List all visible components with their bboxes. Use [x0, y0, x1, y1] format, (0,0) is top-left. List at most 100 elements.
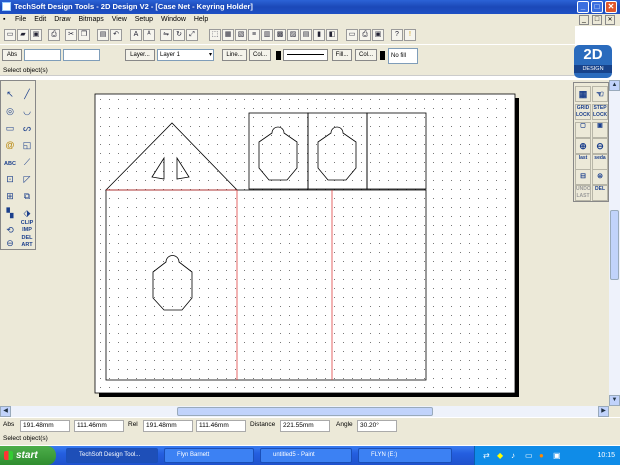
- menu-edit[interactable]: Edit: [31, 14, 49, 26]
- grid-icon[interactable]: ▦: [575, 86, 591, 102]
- rotate-icon[interactable]: ↻: [173, 29, 185, 41]
- delete-art-button[interactable]: DEL ART: [19, 235, 35, 251]
- maximize-button[interactable]: □: [591, 1, 603, 13]
- abs-button[interactable]: Abs: [2, 49, 22, 61]
- network-icon[interactable]: ⇄: [483, 451, 490, 460]
- menu-bitmaps[interactable]: Bitmaps: [76, 14, 107, 26]
- chart-icon[interactable]: ▮: [313, 29, 325, 41]
- shield-icon[interactable]: ◆: [497, 451, 503, 460]
- menu-window[interactable]: Window: [158, 14, 189, 26]
- last-view-button[interactable]: last: [575, 154, 591, 170]
- scroll-up-icon[interactable]: ▲: [609, 80, 620, 91]
- copy-icon[interactable]: ❐: [78, 29, 90, 41]
- menu-draw[interactable]: Draw: [51, 14, 73, 26]
- scale-icon[interactable]: ⤢: [186, 29, 198, 41]
- cut-icon[interactable]: ✂: [65, 29, 77, 41]
- chevron-down-icon[interactable]: ▾: [209, 50, 212, 60]
- scroll-left-icon[interactable]: ◀: [0, 406, 11, 417]
- line-tool-icon[interactable]: ╱: [19, 86, 35, 102]
- rectangle-tool-icon[interactable]: ▭: [2, 120, 18, 136]
- trim-tool-icon[interactable]: ⊡: [2, 171, 18, 187]
- mdi-close-button[interactable]: ✕: [605, 15, 615, 25]
- text-tool-icon[interactable]: ABC: [2, 156, 18, 172]
- layer-select[interactable]: Layer 1 ▾: [157, 49, 214, 61]
- save-icon[interactable]: ▣: [30, 29, 42, 41]
- monitor-tray-icon[interactable]: ▣: [553, 451, 561, 460]
- menu-view[interactable]: View: [109, 14, 130, 26]
- snap-mid-icon[interactable]: ▣: [592, 122, 608, 138]
- paste-icon[interactable]: ▤: [97, 29, 109, 41]
- alert-icon[interactable]: ●: [539, 451, 544, 460]
- seda-button[interactable]: seda: [592, 154, 608, 170]
- layers-icon[interactable]: ▤: [300, 29, 312, 41]
- vertical-scrollbar[interactable]: ▲ ▼: [609, 80, 620, 406]
- open-folder-icon[interactable]: ▰: [17, 29, 29, 41]
- abs-y-field[interactable]: [63, 49, 100, 61]
- curve-tool-icon[interactable]: ᔕ: [19, 120, 35, 136]
- new-file-icon[interactable]: ▭: [4, 29, 16, 41]
- menu-setup[interactable]: Setup: [132, 14, 156, 26]
- polygon-tool-icon[interactable]: ◱: [19, 137, 35, 153]
- fillet-tool-icon[interactable]: ◸: [19, 171, 35, 187]
- delete-button[interactable]: DEL: [592, 185, 608, 201]
- minimize-button[interactable]: _: [577, 1, 589, 13]
- printer-icon[interactable]: ⎙: [359, 29, 371, 41]
- help-pointer-icon[interactable]: ?: [391, 29, 403, 41]
- mdi-restore-button[interactable]: □: [592, 15, 602, 25]
- horizontal-scroll-thumb[interactable]: [177, 407, 433, 416]
- layer-button[interactable]: Layer...: [125, 49, 155, 61]
- clip-import-button[interactable]: CLIP IMP: [19, 220, 35, 236]
- align-icon[interactable]: ≡: [248, 29, 260, 41]
- hint-icon[interactable]: !: [404, 29, 416, 41]
- line-color-button[interactable]: Col...: [249, 49, 271, 61]
- monitor-icon[interactable]: ▭: [346, 29, 358, 41]
- hatch-tool-icon[interactable]: ▚: [2, 205, 18, 221]
- task-flyn-barnett[interactable]: Flyn Barnett: [164, 448, 254, 463]
- select-icon[interactable]: ⬚: [209, 29, 221, 41]
- palette-icon[interactable]: ◧: [326, 29, 338, 41]
- hatch-icon[interactable]: ▨: [287, 29, 299, 41]
- scroll-right-icon[interactable]: ▶: [598, 406, 609, 417]
- line-swatch-icon[interactable]: [276, 51, 281, 60]
- mirror-icon[interactable]: ⇋: [160, 29, 172, 41]
- pointer-icon[interactable]: ↖: [2, 86, 18, 102]
- menu-help[interactable]: Help: [191, 14, 211, 26]
- ungroup-icon[interactable]: ▧: [235, 29, 247, 41]
- fill-color-button[interactable]: Col...: [355, 49, 377, 61]
- scroll-down-icon[interactable]: ▼: [609, 395, 620, 406]
- zoom-out-icon[interactable]: ⊖: [592, 138, 608, 154]
- hand-icon[interactable]: ☜: [592, 86, 608, 102]
- text-style-icon[interactable]: ᴬ: [143, 29, 155, 41]
- layer-toggle-icon[interactable]: ⊜: [592, 169, 608, 185]
- zoom-tool-icon[interactable]: ⊖: [2, 235, 18, 251]
- print-icon[interactable]: ⎙: [48, 29, 60, 41]
- array-tool-icon[interactable]: ⊞: [2, 188, 18, 204]
- mirror-tool-icon[interactable]: ⧉: [19, 188, 35, 204]
- undo-icon[interactable]: ↶: [110, 29, 122, 41]
- layer-all-icon[interactable]: ⊟: [575, 169, 591, 185]
- fill-button[interactable]: Fill...: [332, 49, 352, 61]
- vertical-scroll-thumb[interactable]: [610, 210, 619, 280]
- spiral-tool-icon[interactable]: @: [2, 137, 18, 153]
- abs-x-field[interactable]: [24, 49, 61, 61]
- arc-tool-icon[interactable]: ◡: [19, 103, 35, 119]
- eraser-tool-icon[interactable]: ⬗: [19, 205, 35, 221]
- volume-icon[interactable]: ♪: [511, 451, 515, 460]
- step-lock-button[interactable]: STEP LOCK: [592, 104, 608, 120]
- text-icon[interactable]: A: [130, 29, 142, 41]
- menu-file[interactable]: File: [12, 14, 29, 26]
- snap-end-icon[interactable]: ▢: [575, 122, 591, 138]
- app-icon[interactable]: [2, 2, 11, 11]
- line-button[interactable]: Line...: [222, 49, 247, 61]
- task-paint[interactable]: untitled5 - Paint: [260, 448, 352, 463]
- line-style-preview[interactable]: [283, 49, 328, 61]
- usb-icon[interactable]: ▭: [525, 451, 533, 460]
- order-icon[interactable]: ▥: [261, 29, 273, 41]
- grid-lock-button[interactable]: GRID LOCK: [575, 104, 591, 120]
- group-icon[interactable]: ▦: [222, 29, 234, 41]
- task-flyn-drive[interactable]: FLYN (E:): [358, 448, 452, 463]
- dimension-tool-icon[interactable]: ⟋: [19, 154, 35, 170]
- mdi-minimize-button[interactable]: _: [579, 15, 589, 25]
- export-icon[interactable]: ▣: [372, 29, 384, 41]
- circle-tool-icon[interactable]: ◎: [2, 103, 18, 119]
